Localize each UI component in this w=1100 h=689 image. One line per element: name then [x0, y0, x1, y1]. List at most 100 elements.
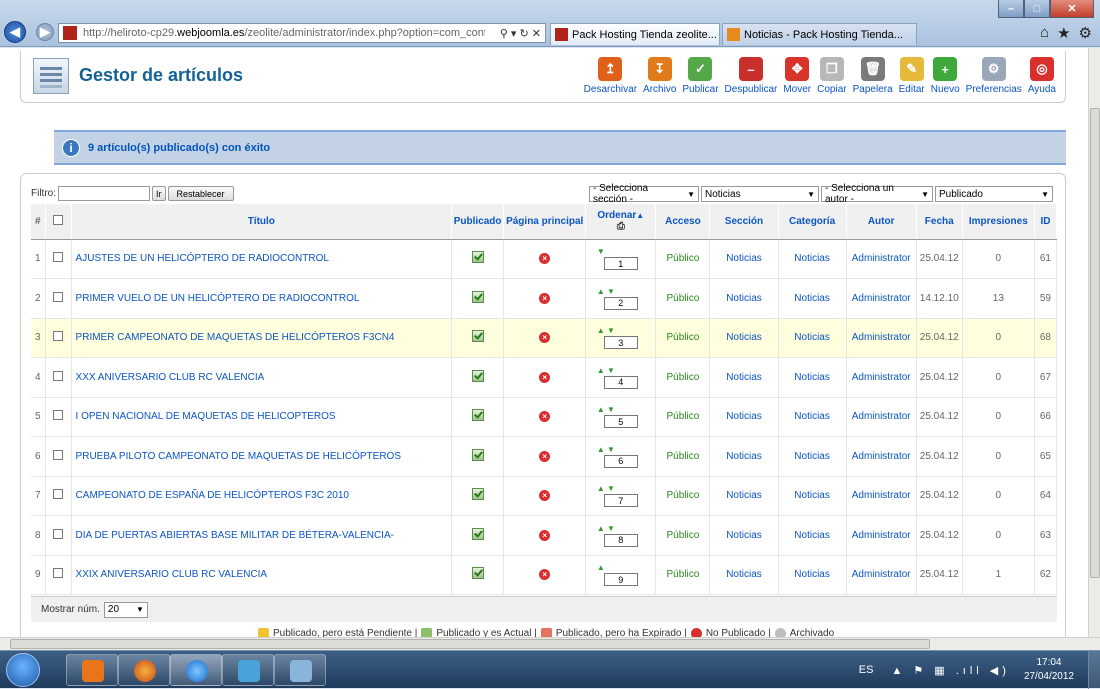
not-frontpage-icon[interactable]: ×	[539, 292, 551, 304]
order-arrows[interactable]: ▲ ▼	[597, 326, 645, 336]
taskbar-media-player[interactable]	[66, 654, 118, 686]
reset-button[interactable]: Restablecer	[167, 186, 234, 201]
address-bar[interactable]: http://heliroto-cp29.webjoomla.es/zeolit…	[58, 23, 546, 43]
order-input[interactable]: 1	[603, 257, 638, 271]
order-input[interactable]: 7	[603, 494, 638, 508]
published-check-icon[interactable]	[471, 409, 484, 422]
row-checkbox[interactable]	[53, 528, 64, 539]
not-frontpage-icon[interactable]: ×	[539, 490, 551, 502]
category-link[interactable]: Noticias	[778, 239, 847, 279]
section-link[interactable]: Noticias	[709, 515, 779, 556]
author-link[interactable]: Administrator	[846, 397, 917, 437]
show-desktop-button[interactable]	[1088, 651, 1100, 689]
not-frontpage-icon[interactable]: ×	[539, 332, 551, 344]
unarchive-button[interactable]: ↥ Desarchivar	[581, 57, 640, 95]
category-link[interactable]: Noticias	[778, 436, 847, 477]
row-checkbox[interactable]	[53, 449, 64, 460]
author-link[interactable]: Administrator	[846, 357, 917, 398]
check-all-checkbox[interactable]	[53, 214, 64, 225]
not-frontpage-icon[interactable]: ×	[539, 371, 551, 383]
order-arrows[interactable]: ▲ ▼	[597, 484, 645, 494]
published-check-icon[interactable]	[471, 290, 484, 303]
vertical-scroll-thumb[interactable]	[1090, 108, 1100, 578]
clock[interactable]: 17:04 27/04/2012	[1024, 656, 1074, 684]
favorites-star-icon[interactable]: ★	[1057, 24, 1070, 42]
start-button[interactable]	[6, 653, 40, 687]
access-link[interactable]: Público	[655, 239, 711, 279]
taskbar-messenger[interactable]	[222, 654, 274, 686]
article-title-link[interactable]: CAMPEONATO DE ESPAÑA DE HELICÓPTEROS F3C…	[71, 476, 453, 516]
col-author[interactable]: Autor	[846, 204, 917, 240]
category-link[interactable]: Noticias	[778, 397, 847, 437]
order-arrows[interactable]: ▼	[597, 247, 645, 257]
col-category[interactable]: Categoría	[778, 204, 847, 240]
author-link[interactable]: Administrator	[846, 278, 917, 319]
order-arrows[interactable]: ▲ ▼	[597, 366, 645, 376]
article-title-link[interactable]: DIA DE PUERTAS ABIERTAS BASE MILITAR DE …	[71, 515, 453, 556]
access-link[interactable]: Público	[655, 555, 711, 595]
tab-noticias[interactable]: Noticias - Pack Hosting Tienda...	[722, 23, 917, 45]
published-check-icon[interactable]	[471, 488, 484, 501]
author-link[interactable]: Administrator	[846, 476, 917, 516]
row-checkbox[interactable]	[53, 489, 64, 500]
taskbar-explorer[interactable]	[274, 654, 326, 686]
author-link[interactable]: Administrator	[846, 515, 917, 556]
category-select[interactable]: Noticias ▼	[701, 186, 819, 202]
published-check-icon[interactable]	[471, 527, 484, 540]
save-order-icon[interactable]: ⎙	[617, 221, 625, 232]
horizontal-scrollbar[interactable]	[0, 637, 1100, 650]
access-link[interactable]: Público	[655, 357, 711, 398]
col-title[interactable]: Título	[71, 204, 453, 240]
edit-button[interactable]: ✎ Editar	[896, 57, 928, 95]
access-link[interactable]: Público	[655, 278, 711, 319]
order-arrows[interactable]: ▲ ▼	[597, 445, 645, 455]
section-link[interactable]: Noticias	[709, 318, 779, 358]
article-title-link[interactable]: PRUEBA PILOTO CAMPEONATO DE MAQUETAS DE …	[71, 436, 453, 477]
order-input[interactable]: 6	[603, 454, 638, 468]
not-frontpage-icon[interactable]: ×	[539, 253, 551, 265]
tray-icons[interactable]: ▲ ⚑ ▦ .ıll ◀)	[891, 664, 1010, 677]
author-link[interactable]: Administrator	[846, 436, 917, 477]
horizontal-scroll-thumb[interactable]	[10, 639, 930, 649]
col-access[interactable]: Acceso	[655, 204, 711, 240]
order-input[interactable]: 3	[603, 336, 638, 350]
filter-input[interactable]	[58, 186, 150, 201]
section-link[interactable]: Noticias	[709, 476, 779, 516]
row-checkbox[interactable]	[53, 568, 64, 579]
close-window-button[interactable]: ✕	[1050, 0, 1094, 18]
published-check-icon[interactable]	[471, 448, 484, 461]
published-check-icon[interactable]	[471, 369, 484, 382]
move-button[interactable]: ✥ Mover	[780, 57, 814, 95]
col-section[interactable]: Sección	[709, 204, 779, 240]
address-tools[interactable]: ⚲ ▾ ↻ ✕	[485, 27, 545, 40]
article-title-link[interactable]: AJUSTES DE UN HELICÓPTERO DE RADIOCONTRO…	[71, 239, 453, 279]
state-select[interactable]: Publicado ▼	[935, 186, 1053, 202]
col-frontpage[interactable]: Página principal	[503, 204, 587, 240]
order-input[interactable]: 2	[603, 296, 638, 310]
row-checkbox[interactable]	[53, 331, 64, 342]
section-link[interactable]: Noticias	[709, 239, 779, 279]
section-link[interactable]: Noticias	[709, 436, 779, 477]
row-checkbox[interactable]	[53, 370, 64, 381]
new-button[interactable]: + Nuevo	[928, 57, 963, 95]
vertical-scrollbar[interactable]	[1088, 48, 1100, 637]
category-link[interactable]: Noticias	[778, 357, 847, 398]
forward-button[interactable]: ▶	[36, 23, 54, 41]
access-link[interactable]: Público	[655, 476, 711, 516]
order-input[interactable]: 9	[603, 573, 638, 587]
published-check-icon[interactable]	[471, 330, 484, 343]
col-id[interactable]: ID	[1034, 204, 1058, 240]
section-link[interactable]: Noticias	[709, 357, 779, 398]
maximize-button[interactable]: □	[1024, 0, 1050, 18]
order-arrows[interactable]: ▲ ▼	[597, 287, 645, 297]
published-check-icon[interactable]	[471, 567, 484, 580]
trash-button[interactable]: 🗑 Papelera	[850, 57, 896, 95]
home-icon[interactable]: ⌂	[1040, 24, 1049, 42]
section-link[interactable]: Noticias	[709, 278, 779, 319]
unpublish-button[interactable]: – Despublicar	[722, 57, 781, 95]
show-count-select[interactable]: 20 ▼	[103, 601, 148, 618]
author-select[interactable]: - Selecciona un autor - ▼	[821, 183, 933, 205]
category-link[interactable]: Noticias	[778, 278, 847, 319]
not-frontpage-icon[interactable]: ×	[539, 450, 551, 462]
taskbar-internet-explorer[interactable]	[170, 654, 222, 686]
